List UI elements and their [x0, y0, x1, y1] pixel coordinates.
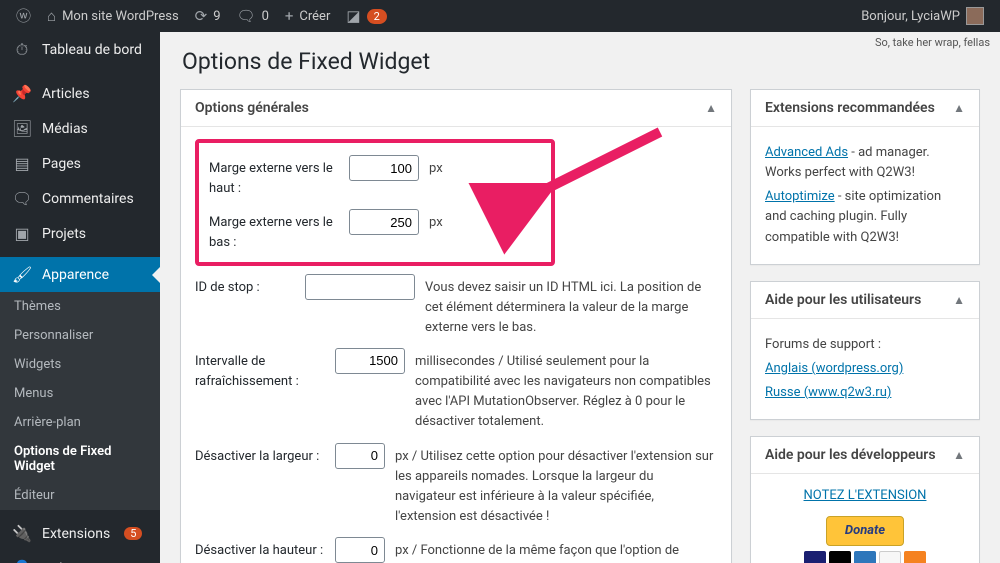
- disable-width-desc: px / Utilisez cette option pour désactiv…: [395, 443, 717, 528]
- sub-fixed-widget[interactable]: Options de Fixed Widget: [0, 437, 160, 481]
- refresh-desc: millisecondes / Utilisé seulement pour l…: [415, 348, 717, 433]
- margin-top-label: Marge externe vers le haut :: [209, 155, 339, 199]
- refresh-input[interactable]: [335, 348, 405, 374]
- home-icon: ⌂: [47, 9, 56, 24]
- avatar: [966, 7, 984, 25]
- discover-icon: [879, 551, 901, 563]
- admin-menu: ⏱Tableau de bord 📌Articles 🖼Médias ▤Page…: [0, 32, 160, 563]
- chevron-up-icon[interactable]: ▲: [953, 293, 965, 307]
- payment-cards: [765, 551, 965, 563]
- wordpress-icon: ⓦ: [16, 9, 31, 24]
- create-label: Créer: [299, 9, 330, 24]
- disable-height-desc: px / Fonctionne de la même façon que l'o…: [395, 537, 717, 563]
- media-icon: 🖼: [12, 119, 32, 138]
- page-icon: ▤: [12, 154, 32, 173]
- disable-height-input[interactable]: [335, 537, 385, 563]
- pin-icon: 📌: [12, 84, 32, 103]
- forums-label: Forums de support :: [765, 335, 965, 355]
- disable-width-input[interactable]: [335, 443, 385, 469]
- chevron-up-icon[interactable]: ▲: [705, 101, 717, 115]
- menu-dashboard[interactable]: ⏱Tableau de bord: [0, 32, 160, 68]
- box-reco: Extensions recommandées ▲ Advanced Ads -…: [750, 89, 980, 265]
- margin-bottom-input[interactable]: [349, 209, 419, 235]
- sub-customize[interactable]: Personnaliser: [0, 321, 160, 350]
- highlight-box: Marge externe vers le haut : px Marge ex…: [195, 139, 555, 266]
- comments-link[interactable]: 🗨0: [229, 0, 277, 32]
- menu-medias[interactable]: 🖼Médias: [0, 111, 160, 146]
- updates-count: 9: [213, 9, 220, 24]
- disable-width-label: Désactiver la largeur :: [195, 443, 325, 467]
- brush-icon: 🖌: [12, 265, 32, 284]
- content-area: Options de Fixed Widget Options générale…: [160, 32, 1000, 563]
- menu-users[interactable]: 👤Utilisateurs: [0, 551, 160, 563]
- disable-height-label: Désactiver la hauteur :: [195, 537, 325, 561]
- link-rate-extension[interactable]: NOTEZ L'EXTENSION: [804, 488, 927, 503]
- box-general: Options générales ▲ Marge externe vers l…: [180, 89, 732, 563]
- dashboard-icon: ⏱: [12, 40, 32, 60]
- chevron-up-icon[interactable]: ▲: [953, 101, 965, 115]
- menu-projets[interactable]: ▣Projets: [0, 216, 160, 251]
- greeting: Bonjour, LyciaWP: [861, 9, 960, 24]
- menu-extensions[interactable]: 🔌Extensions5: [0, 516, 160, 551]
- menu-articles[interactable]: 📌Articles: [0, 76, 160, 111]
- extensions-count: 5: [124, 527, 142, 540]
- sub-editor[interactable]: Éditeur: [0, 481, 160, 510]
- updates-link[interactable]: ⟳9: [187, 0, 229, 32]
- menu-arrow-icon: [152, 267, 160, 283]
- stop-id-label: ID de stop :: [195, 274, 295, 298]
- comments-icon: 🗨: [12, 189, 32, 208]
- refresh-icon: ⟳: [195, 9, 208, 24]
- plugin-icon: 🔌: [12, 524, 32, 543]
- plus-icon: +: [285, 9, 294, 24]
- box-general-header[interactable]: Options générales ▲: [181, 90, 731, 127]
- sub-themes[interactable]: Thèmes: [0, 292, 160, 321]
- link-forum-ru[interactable]: Russe (www.q2w3.ru): [765, 385, 891, 400]
- portfolio-icon: ▣: [12, 224, 32, 243]
- site-name-link[interactable]: ⌂ Mon site WordPress: [39, 0, 187, 32]
- new-content[interactable]: + Créer: [277, 0, 338, 32]
- stop-id-input[interactable]: [305, 274, 415, 300]
- yoast-badge: 2: [367, 9, 387, 24]
- margin-top-input[interactable]: [349, 155, 419, 181]
- menu-apparence[interactable]: 🖌Apparence: [0, 257, 160, 292]
- margin-bottom-label: Marge externe vers le bas :: [209, 209, 339, 253]
- sub-widgets[interactable]: Widgets: [0, 350, 160, 379]
- admin-bar: ⓦ ⌂Mon site WordPress ⟳9 🗨0 +Créer ◪2 Bo…: [0, 0, 1000, 32]
- menu-pages[interactable]: ▤Pages: [0, 146, 160, 181]
- menu-comments[interactable]: 🗨Commentaires: [0, 181, 160, 216]
- yoast-link[interactable]: ◪2: [338, 0, 394, 32]
- link-autoptimize[interactable]: Autoptimize: [765, 189, 835, 204]
- submenu-apparence: Thèmes Personnaliser Widgets Menus Arriè…: [0, 292, 160, 510]
- px-unit: px: [429, 155, 443, 179]
- site-name: Mon site WordPress: [62, 9, 179, 24]
- card-icon: [904, 551, 926, 563]
- yoast-icon: ◪: [346, 9, 360, 24]
- chevron-up-icon[interactable]: ▲: [953, 448, 965, 462]
- box-help-dev: Aide pour les développeurs ▲ NOTEZ L'EXT…: [750, 436, 980, 563]
- mastercard-icon: [829, 551, 851, 563]
- sub-background[interactable]: Arrière-plan: [0, 408, 160, 437]
- refresh-label: Intervalle de rafraîchissement :: [195, 348, 325, 392]
- box-help-user-header[interactable]: Aide pour les utilisateurs ▲: [751, 282, 979, 319]
- amex-icon: [854, 551, 876, 563]
- users-icon: 👤: [12, 559, 32, 563]
- box-reco-header[interactable]: Extensions recommandées ▲: [751, 90, 979, 127]
- page-title: Options de Fixed Widget: [182, 48, 980, 75]
- donate-button[interactable]: Donate: [826, 516, 904, 546]
- link-forum-en[interactable]: Anglais (wordpress.org): [765, 361, 903, 376]
- stop-id-desc: Vous devez saisir un ID HTML ici. La pos…: [425, 274, 717, 338]
- link-advanced-ads[interactable]: Advanced Ads: [765, 145, 848, 160]
- wp-logo[interactable]: ⓦ: [8, 0, 39, 32]
- comment-icon: 🗨: [237, 9, 256, 24]
- box-help-dev-header[interactable]: Aide pour les développeurs ▲: [751, 437, 979, 474]
- box-help-user: Aide pour les utilisateurs ▲ Forums de s…: [750, 281, 980, 420]
- px-unit: px: [429, 209, 443, 233]
- sub-menus[interactable]: Menus: [0, 379, 160, 408]
- visa-icon: [804, 551, 826, 563]
- comments-count: 0: [262, 9, 269, 24]
- my-account[interactable]: Bonjour, LyciaWP: [853, 0, 992, 32]
